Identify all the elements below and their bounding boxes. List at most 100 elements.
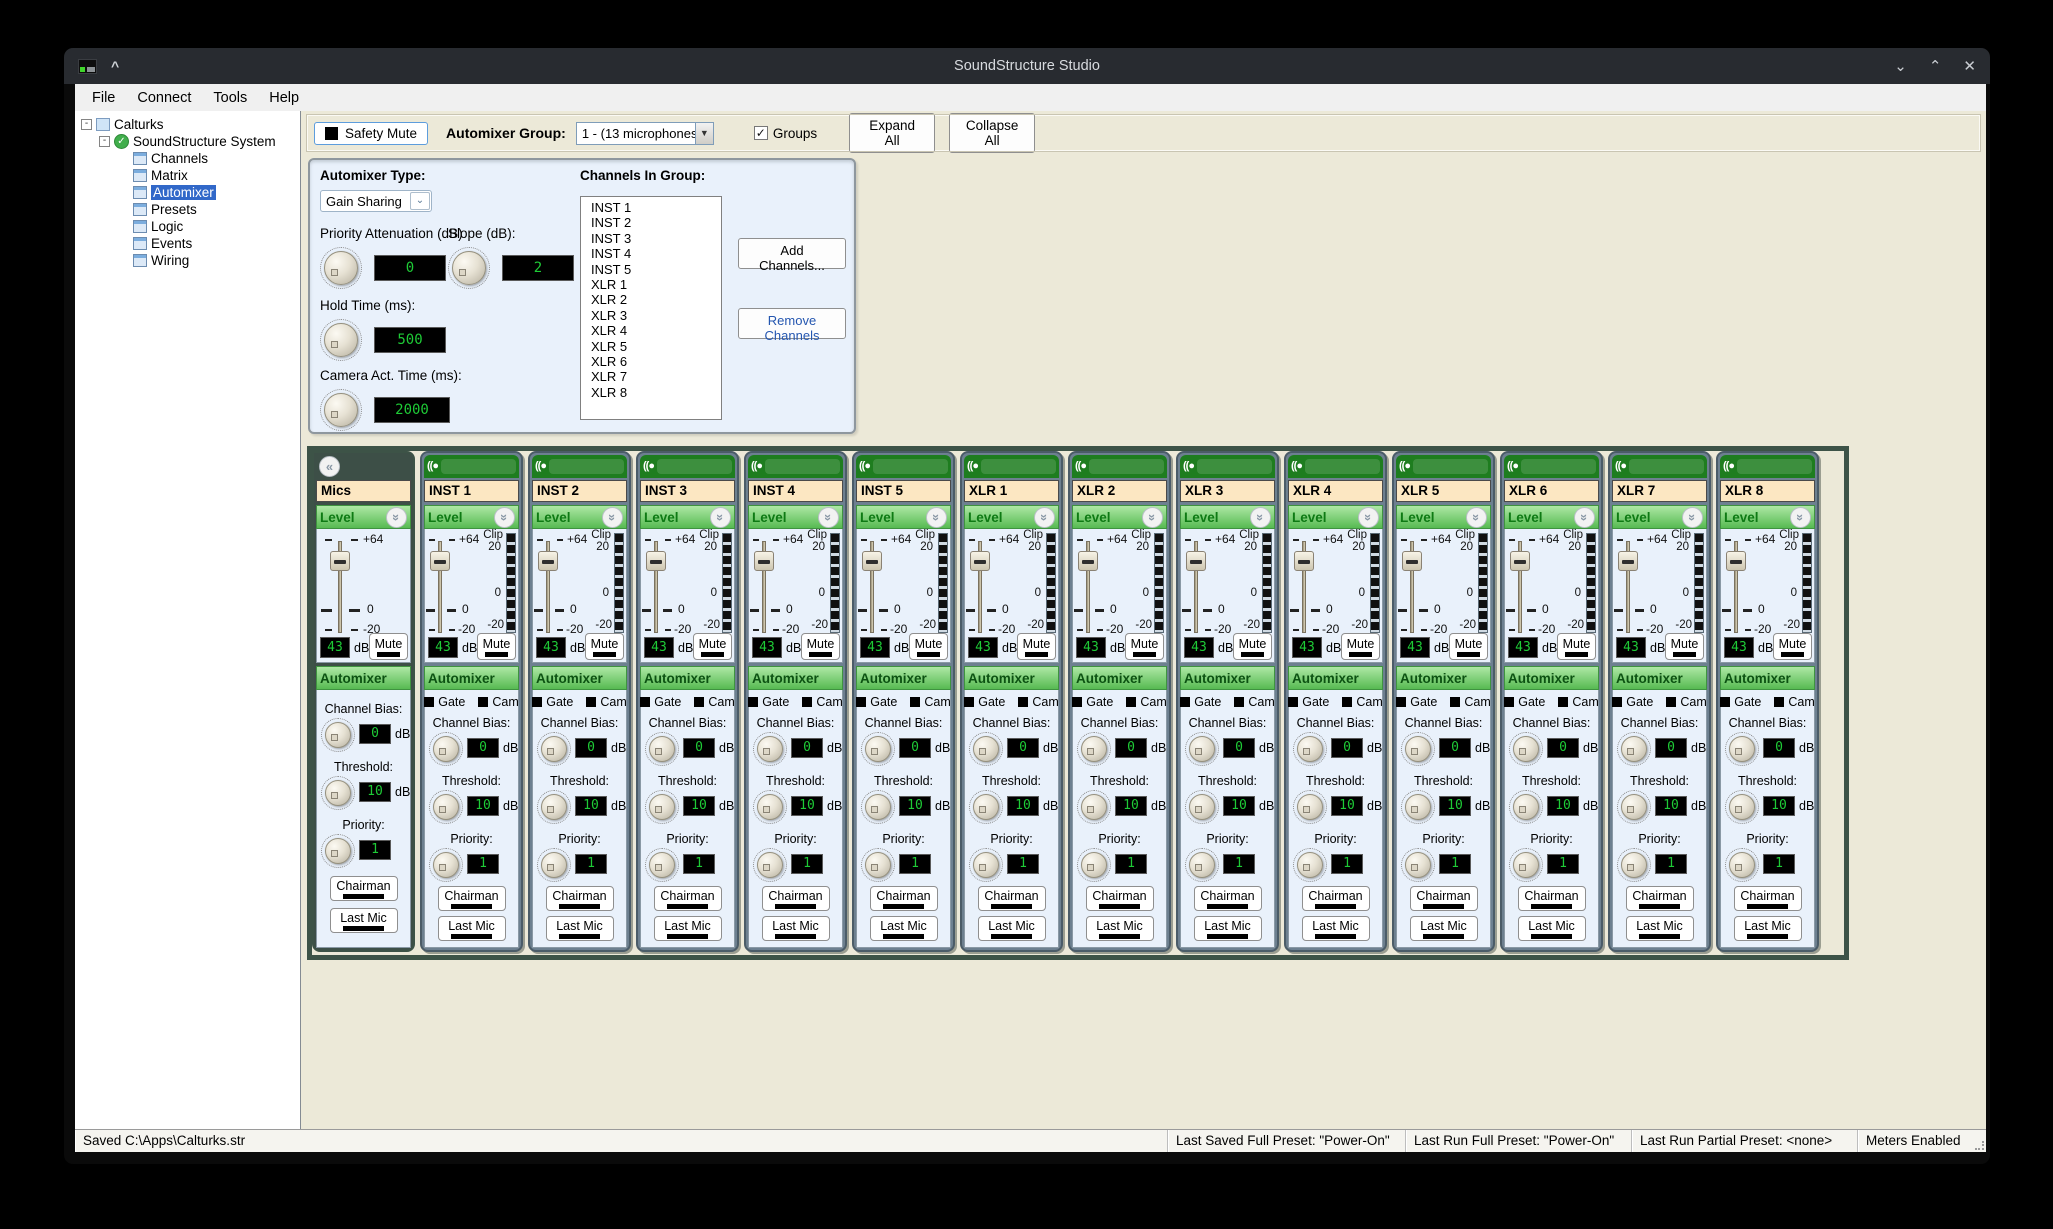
channel-bias-knob[interactable] xyxy=(1401,732,1435,766)
collapse-level-icon[interactable]: » xyxy=(1142,507,1163,528)
collapse-level-icon[interactable]: » xyxy=(818,507,839,528)
fader-handle[interactable] xyxy=(1618,551,1638,571)
priority-knob[interactable] xyxy=(753,848,787,882)
channel-bias-value[interactable]: 0 xyxy=(1439,738,1471,758)
last-mic-button[interactable]: Last Mic xyxy=(330,908,398,933)
collapse-all-button[interactable]: Collapse All xyxy=(949,113,1035,153)
threshold-knob[interactable] xyxy=(429,790,463,824)
channel-bias-value[interactable]: 0 xyxy=(467,738,499,758)
gate-indicator[interactable] xyxy=(1396,697,1406,707)
collapse-level-icon[interactable]: » xyxy=(494,507,515,528)
fader-handle[interactable] xyxy=(1078,551,1098,571)
channel-list-item[interactable]: INST 5 xyxy=(581,262,721,277)
last-mic-button[interactable]: Last Mic xyxy=(1626,916,1694,941)
level-db-display[interactable]: 43 xyxy=(1616,637,1646,658)
channel-list-item[interactable]: INST 1 xyxy=(581,200,721,215)
priority-value[interactable]: 1 xyxy=(1223,854,1255,874)
minimize-icon[interactable]: ⌄ xyxy=(1894,57,1907,75)
chairman-button[interactable]: Chairman xyxy=(762,886,830,911)
camera-time-value[interactable]: 2000 xyxy=(374,397,450,423)
channel-bias-knob[interactable] xyxy=(321,718,355,752)
collapse-level-icon[interactable]: » xyxy=(1034,507,1055,528)
cam-indicator[interactable] xyxy=(1018,697,1028,707)
channel-bias-value[interactable]: 0 xyxy=(1007,738,1039,758)
menu-tools[interactable]: Tools xyxy=(202,87,258,109)
threshold-value[interactable]: 10 xyxy=(1331,796,1363,816)
level-db-display[interactable]: 43 xyxy=(428,637,458,658)
channel-bias-value[interactable]: 0 xyxy=(1655,738,1687,758)
priority-knob[interactable] xyxy=(1725,848,1759,882)
fader-handle[interactable] xyxy=(646,551,666,571)
channel-bias-knob[interactable] xyxy=(1509,732,1543,766)
last-mic-button[interactable]: Last Mic xyxy=(870,916,938,941)
level-db-display[interactable]: 43 xyxy=(644,637,674,658)
priority-knob[interactable] xyxy=(861,848,895,882)
fader-handle[interactable] xyxy=(1402,551,1422,571)
dropdown-arrow-icon[interactable]: ▼ xyxy=(695,123,713,144)
collapse-level-icon[interactable]: » xyxy=(926,507,947,528)
mute-button[interactable]: Mute xyxy=(1341,633,1380,660)
channel-list-item[interactable]: INST 2 xyxy=(581,215,721,230)
level-db-display[interactable]: 43 xyxy=(1508,637,1538,658)
cam-indicator[interactable] xyxy=(1558,697,1568,707)
gate-indicator[interactable] xyxy=(748,697,758,707)
tree-item-events[interactable]: Events xyxy=(151,236,192,251)
threshold-knob[interactable] xyxy=(1401,790,1435,824)
threshold-knob[interactable] xyxy=(1185,790,1219,824)
automixer-type-select[interactable]: Gain Sharing ⌄ xyxy=(320,190,432,212)
priority-value[interactable]: 1 xyxy=(467,854,499,874)
mute-button[interactable]: Mute xyxy=(1557,633,1596,660)
gate-indicator[interactable] xyxy=(1720,697,1730,707)
cam-indicator[interactable] xyxy=(586,697,596,707)
threshold-knob[interactable] xyxy=(321,776,355,810)
threshold-knob[interactable] xyxy=(1725,790,1759,824)
cam-indicator[interactable] xyxy=(478,697,488,707)
level-db-display[interactable]: 43 xyxy=(1724,637,1754,658)
fader-handle[interactable] xyxy=(1510,551,1530,571)
priority-value[interactable]: 1 xyxy=(791,854,823,874)
gate-indicator[interactable] xyxy=(1180,697,1190,707)
mute-button[interactable]: Mute xyxy=(1125,633,1164,660)
priority-value[interactable]: 1 xyxy=(1331,854,1363,874)
priority-value[interactable]: 1 xyxy=(1007,854,1039,874)
cam-indicator[interactable] xyxy=(1342,697,1352,707)
last-mic-button[interactable]: Last Mic xyxy=(1194,916,1262,941)
priority-knob[interactable] xyxy=(429,848,463,882)
last-mic-button[interactable]: Last Mic xyxy=(654,916,722,941)
threshold-value[interactable]: 10 xyxy=(1763,796,1795,816)
fader-handle[interactable] xyxy=(1186,551,1206,571)
channel-bias-value[interactable]: 0 xyxy=(1223,738,1255,758)
collapse-level-icon[interactable]: » xyxy=(1790,507,1811,528)
priority-knob[interactable] xyxy=(1293,848,1327,882)
add-channels-button[interactable]: Add Channels... xyxy=(738,238,846,269)
threshold-value[interactable]: 10 xyxy=(575,796,607,816)
collapse-level-icon[interactable]: » xyxy=(1358,507,1379,528)
level-db-display[interactable]: 43 xyxy=(1292,637,1322,658)
threshold-value[interactable]: 10 xyxy=(1547,796,1579,816)
threshold-value[interactable]: 10 xyxy=(467,796,499,816)
gate-indicator[interactable] xyxy=(424,697,434,707)
channel-bias-knob[interactable] xyxy=(753,732,787,766)
channel-bias-value[interactable]: 0 xyxy=(683,738,715,758)
channel-bias-value[interactable]: 0 xyxy=(359,724,391,744)
priority-knob[interactable] xyxy=(1077,848,1111,882)
priority-knob[interactable] xyxy=(537,848,571,882)
gate-indicator[interactable] xyxy=(1288,697,1298,707)
threshold-knob[interactable] xyxy=(753,790,787,824)
hold-time-knob[interactable] xyxy=(320,319,362,361)
fader-handle[interactable] xyxy=(970,551,990,571)
chairman-button[interactable]: Chairman xyxy=(438,886,506,911)
priority-value[interactable]: 1 xyxy=(1547,854,1579,874)
chevron-down-icon[interactable]: ⌄ xyxy=(410,192,430,210)
automixer-group-select[interactable]: 1 - (13 microphones) ▼ xyxy=(576,122,714,145)
mute-button[interactable]: Mute xyxy=(1017,633,1056,660)
priority-knob[interactable] xyxy=(645,848,679,882)
slope-knob[interactable] xyxy=(448,247,490,289)
level-db-display[interactable]: 43 xyxy=(320,637,350,658)
groups-checkbox[interactable]: ✓ xyxy=(754,126,768,140)
remove-channels-button[interactable]: Remove Channels xyxy=(738,308,846,339)
channel-bias-value[interactable]: 0 xyxy=(1763,738,1795,758)
channel-bias-knob[interactable] xyxy=(1185,732,1219,766)
cam-indicator[interactable] xyxy=(694,697,704,707)
fader-handle[interactable] xyxy=(754,551,774,571)
